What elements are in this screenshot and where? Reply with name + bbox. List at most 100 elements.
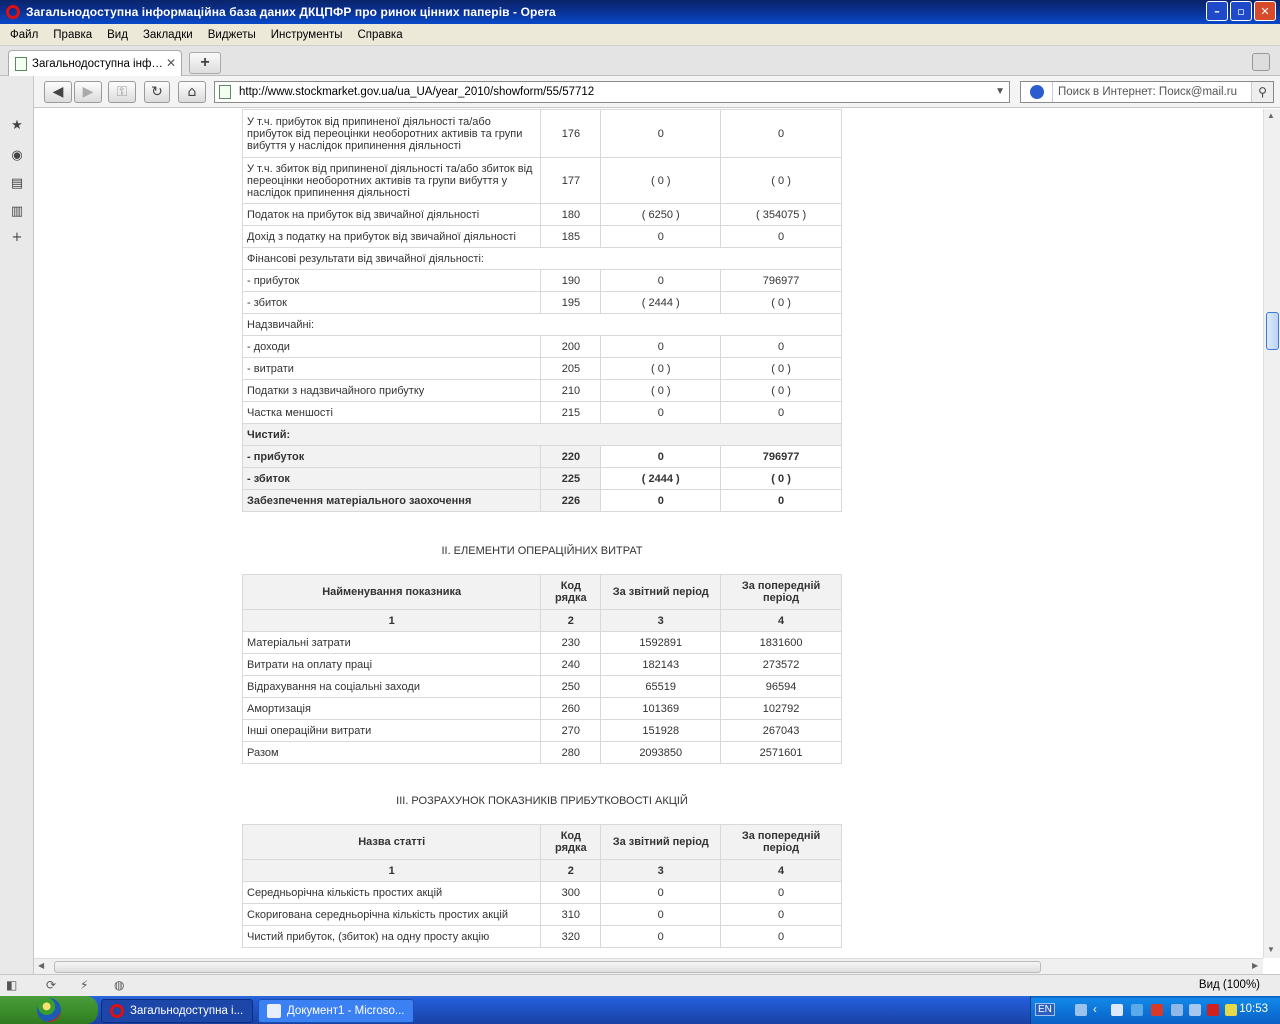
- search-go-button[interactable]: ⚲: [1251, 82, 1273, 102]
- tray-app-icon[interactable]: [1131, 1004, 1143, 1016]
- row-code: 210: [540, 379, 602, 402]
- restore-button[interactable]: ▫: [1230, 1, 1252, 21]
- volume-icon[interactable]: [1111, 1004, 1123, 1016]
- wand-key-button[interactable]: ⚿: [108, 81, 136, 103]
- row-code: 300: [540, 881, 602, 904]
- add-panel-icon[interactable]: +: [9, 230, 25, 246]
- zoom-control[interactable]: Вид (100%): [1199, 979, 1260, 991]
- history-panel-icon[interactable]: ▥: [9, 204, 25, 220]
- menu-tools[interactable]: Инструменты: [265, 29, 352, 41]
- network-icon[interactable]: [1075, 1004, 1087, 1016]
- menu-file[interactable]: Файл: [4, 29, 47, 41]
- horizontal-scrollbar[interactable]: ◀ ▶: [34, 958, 1263, 974]
- taskbar-word[interactable]: Документ1 - Microso...: [258, 999, 414, 1023]
- address-dropdown-icon[interactable]: ▼: [995, 86, 1005, 97]
- address-input[interactable]: http://www.stockmarket.gov.ua/ua_UA/year…: [239, 86, 594, 98]
- tab-close-icon[interactable]: ✕: [166, 56, 176, 70]
- back-button[interactable]: ◀: [44, 81, 72, 103]
- scroll-up-icon[interactable]: ▲: [1267, 111, 1275, 120]
- row-label: Відрахування на соціальні заходи: [241, 675, 542, 698]
- header-previous: За попередній період: [720, 824, 842, 860]
- row-previous-value: 0: [720, 401, 842, 424]
- taskbar: Загальнодоступна і... Документ1 - Micros…: [0, 996, 1280, 1024]
- row-label: - збиток: [241, 291, 542, 314]
- minimize-button[interactable]: –: [1206, 1, 1228, 21]
- menu-bookmarks[interactable]: Закладки: [137, 29, 202, 41]
- horizontal-scroll-thumb[interactable]: [54, 961, 1041, 973]
- row-label: Частка меншості: [241, 401, 542, 424]
- widgets-panel-icon[interactable]: ◉: [9, 148, 25, 164]
- row-previous-value: 2571601: [720, 741, 842, 764]
- table-row: Матеріальні затрати 230 1592891 1831600: [241, 631, 842, 654]
- vertical-scroll-thumb[interactable]: [1266, 312, 1279, 350]
- close-button[interactable]: ✕: [1254, 1, 1276, 21]
- turbo-icon[interactable]: ⚡: [80, 978, 88, 992]
- row-label: Забезпечення матеріального заохочення: [241, 489, 542, 512]
- table-row: Дохід з податку на прибуток від звичайно…: [241, 225, 842, 248]
- vertical-scrollbar[interactable]: ▲ ▼: [1263, 109, 1280, 958]
- tab-active[interactable]: Загальнодоступна інф… ✕: [8, 50, 182, 76]
- antivirus-icon[interactable]: [1207, 1004, 1219, 1016]
- taskbar-word-label: Документ1 - Microso...: [287, 1005, 405, 1017]
- reload-button[interactable]: ↻: [144, 81, 170, 103]
- row-label: - збиток: [241, 467, 542, 490]
- index-cell: 2: [540, 609, 602, 632]
- sync-icon[interactable]: ⟳: [46, 978, 56, 992]
- row-code: 190: [540, 269, 602, 292]
- forward-button[interactable]: ▶: [74, 81, 102, 103]
- header-previous: За попередній період: [720, 574, 842, 610]
- notes-panel-icon[interactable]: ▤: [9, 176, 25, 192]
- row-label: Надзвичайні:: [242, 313, 842, 336]
- menu-help[interactable]: Справка: [352, 29, 412, 41]
- home-button[interactable]: ⌂: [178, 81, 206, 103]
- unite-icon[interactable]: ◍: [114, 978, 124, 992]
- operating-costs-table: Найменування показника Код рядка За звіт…: [241, 574, 842, 764]
- row-code: 225: [540, 467, 602, 490]
- row-previous-value: ( 0 ): [720, 379, 842, 402]
- row-current-value: 0: [600, 445, 722, 468]
- search-input[interactable]: Поиск в Интернет: Поиск@mail.ru: [1053, 86, 1237, 98]
- row-code: 205: [540, 357, 602, 380]
- menu-view[interactable]: Вид: [101, 29, 137, 41]
- menu-widgets[interactable]: Виджеты: [202, 29, 265, 41]
- tray-app-icon[interactable]: [1171, 1004, 1183, 1016]
- row-current-value: 0: [600, 925, 722, 948]
- search-engine-icon: [1029, 85, 1044, 99]
- security-icon[interactable]: [1151, 1004, 1163, 1016]
- row-label: Податок на прибуток від звичайної діяльн…: [241, 203, 542, 226]
- tray-app-icon[interactable]: [1189, 1004, 1201, 1016]
- row-code: 185: [540, 225, 602, 248]
- index-cell: 2: [540, 859, 602, 882]
- panel-toggle-icon[interactable]: ◧: [6, 978, 17, 992]
- tray-app-icon[interactable]: [1225, 1004, 1237, 1016]
- share-profitability-table: Назва статті Код рядка За звітний період…: [241, 824, 842, 948]
- row-code: 180: [540, 203, 602, 226]
- scroll-right-icon[interactable]: ▶: [1252, 961, 1258, 970]
- taskbar-opera-label: Загальнодоступна і...: [130, 1005, 244, 1017]
- row-label: Разом: [241, 741, 542, 764]
- table-row: - витрати 205( 0 )( 0 ): [241, 357, 842, 380]
- header-current: За звітний період: [600, 824, 722, 860]
- bookmarks-panel-icon[interactable]: ★: [9, 118, 25, 134]
- table-row: - збиток 225( 2444 )( 0 ): [241, 467, 842, 490]
- row-label: Скоригована середньорічна кількість прос…: [241, 903, 542, 926]
- search-engine-selector[interactable]: [1021, 82, 1053, 102]
- section-title-share-profitability: ІІІ. РОЗРАХУНОК ПОКАЗНИКІВ ПРИБУТКОВОСТІ…: [396, 795, 688, 807]
- tab-bar: Загальнодоступна інф… ✕ +: [0, 46, 1280, 76]
- row-previous-value: 1831600: [720, 631, 842, 654]
- start-button[interactable]: [0, 996, 98, 1024]
- address-bar[interactable]: http://www.stockmarket.gov.ua/ua_UA/year…: [214, 81, 1010, 103]
- scroll-down-icon[interactable]: ▼: [1267, 945, 1275, 954]
- new-tab-button[interactable]: +: [189, 52, 221, 74]
- row-current-value: 182143: [600, 653, 722, 676]
- header-current: За звітний період: [600, 574, 722, 610]
- scroll-left-icon[interactable]: ◀: [38, 961, 44, 970]
- row-label: Фінансові результати від звичайної діяль…: [242, 247, 842, 270]
- table-row: Скоригована середньорічна кількість прос…: [241, 903, 842, 926]
- trash-icon[interactable]: [1252, 53, 1270, 71]
- tray-arrow-icon[interactable]: ‹: [1093, 1004, 1105, 1016]
- taskbar-opera[interactable]: Загальнодоступна і...: [101, 999, 253, 1023]
- menu-edit[interactable]: Правка: [47, 29, 101, 41]
- language-indicator[interactable]: EN: [1035, 1003, 1055, 1016]
- search-box[interactable]: Поиск в Интернет: Поиск@mail.ru ⚲: [1020, 81, 1274, 103]
